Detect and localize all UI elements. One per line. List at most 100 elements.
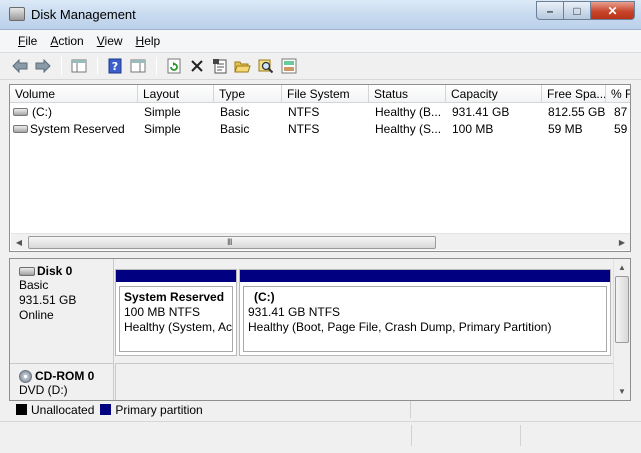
cdrom-0-type: DVD (D:)	[19, 383, 68, 397]
partition-c-details: (C:) 931.41 GB NTFS Healthy (Boot, Page …	[243, 286, 607, 352]
menu-action[interactable]: Action	[44, 30, 90, 52]
menu-help[interactable]: Help	[130, 30, 168, 52]
cell-file-system: NTFS	[288, 122, 320, 136]
column-percent-free[interactable]: % F	[606, 85, 630, 103]
scroll-up-button[interactable]: ▲	[614, 260, 630, 275]
menu-bar: File Action View Help	[0, 30, 641, 52]
vertical-scrollbar[interactable]: ▲ ▼	[613, 259, 630, 400]
cdrom-0-name: CD-ROM 0	[35, 369, 95, 383]
cd-rom-icon	[19, 369, 32, 383]
properties-button[interactable]	[209, 56, 230, 76]
disk-graphical-view: Disk 0 Basic 931.51 GB Online System Res…	[9, 258, 631, 401]
cell-layout: Simple	[144, 105, 181, 119]
menu-file[interactable]: File	[12, 30, 44, 52]
column-layout[interactable]: Layout	[138, 85, 214, 103]
column-status[interactable]: Status	[369, 85, 446, 103]
volume-icon	[13, 125, 28, 133]
scroll-grip: III	[227, 237, 232, 247]
toolbar: ?	[0, 52, 641, 80]
partition-system-reserved[interactable]: System Reserved 100 MB NTFS Healthy (Sys…	[115, 269, 237, 356]
open-button[interactable]	[232, 56, 253, 76]
unallocated-swatch	[16, 404, 27, 415]
partition-status: Healthy (Boot, Page File, Crash Dump, Pr…	[248, 320, 552, 334]
help-icon: ?	[108, 58, 121, 74]
scroll-right-button[interactable]: ▶	[615, 236, 629, 249]
cell-percent-free: 87	[614, 105, 628, 119]
table-row[interactable]: (C:) Simple Basic NTFS Healthy (B... 931…	[10, 104, 630, 121]
forward-arrow-icon	[35, 59, 51, 73]
help-button[interactable]: ?	[104, 56, 125, 76]
partition-system-reserved-details: System Reserved 100 MB NTFS Healthy (Sys…	[119, 286, 233, 352]
primary-partition-band	[116, 270, 236, 282]
volume-list: Volume Layout Type File System Status Ca…	[9, 84, 631, 252]
partition-name: System Reserved	[124, 290, 225, 304]
volume-list-header: Volume Layout Type File System Status Ca…	[10, 85, 630, 103]
column-free-space[interactable]: Free Spa...	[542, 85, 606, 103]
back-button[interactable]	[9, 56, 30, 76]
minimize-button[interactable]: –	[536, 1, 563, 20]
show-hide-action-pane-button[interactable]	[127, 56, 148, 76]
status-bar-divider	[520, 425, 521, 446]
menu-help-label: elp	[144, 34, 161, 48]
column-volume[interactable]: Volume	[10, 85, 138, 103]
disk-0-state: Online	[19, 308, 54, 322]
properties-icon	[212, 59, 226, 74]
cdrom-0-name-row: CD-ROM 0	[19, 369, 113, 383]
close-button[interactable]: ✕	[590, 1, 635, 20]
menu-view[interactable]: View	[91, 30, 130, 52]
cell-capacity: 100 MB	[452, 122, 494, 136]
disk-settings-button[interactable]	[278, 56, 299, 76]
legend: Unallocated Primary partition	[9, 401, 411, 418]
open-folder-icon	[234, 61, 251, 73]
delete-button[interactable]	[186, 56, 207, 76]
chevron-right-icon: ▶	[618, 238, 626, 247]
refresh-button[interactable]	[163, 56, 184, 76]
toolbar-separator	[156, 57, 157, 75]
refresh-icon	[167, 58, 180, 74]
disk-0-size: 931.51 GB	[19, 293, 77, 307]
cell-type: Basic	[220, 122, 250, 136]
close-icon: ✕	[607, 3, 618, 18]
cell-type: Basic	[220, 105, 250, 119]
partition-status: Healthy (System, Act	[124, 320, 233, 334]
title-bar: Disk Management – □ ✕	[0, 0, 641, 30]
cell-free-space: 59 MB	[548, 122, 583, 136]
primary-partition-swatch	[100, 404, 112, 415]
maximize-icon: □	[573, 3, 581, 18]
explore-button[interactable]	[255, 56, 276, 76]
partition-size: 931.41 GB NTFS	[248, 305, 341, 319]
cdrom-0-media-area	[115, 363, 613, 400]
delete-icon	[190, 60, 203, 72]
primary-partition-band	[240, 270, 610, 282]
show-hide-console-tree-button[interactable]	[68, 56, 89, 76]
cdrom-0-label[interactable]: CD-ROM 0 DVD (D:)	[10, 363, 114, 400]
scroll-down-button[interactable]: ▼	[614, 384, 630, 399]
legend-primary-partition: Primary partition	[115, 402, 203, 417]
column-file-system[interactable]: File System	[282, 85, 369, 103]
cell-status: Healthy (S...	[375, 122, 442, 136]
forward-button[interactable]	[32, 56, 53, 76]
window-title: Disk Management	[31, 7, 136, 22]
vertical-scroll-thumb[interactable]	[615, 276, 629, 343]
cell-volume: (C:)	[32, 105, 52, 119]
properties-pane-icon	[130, 59, 145, 73]
scroll-left-button[interactable]: ◀	[12, 236, 26, 249]
cell-file-system: NTFS	[288, 105, 320, 119]
partition-size: 100 MB NTFS	[124, 305, 201, 319]
column-type[interactable]: Type	[214, 85, 282, 103]
legend-unallocated: Unallocated	[31, 402, 95, 417]
maximize-button[interactable]: □	[563, 1, 590, 20]
table-row[interactable]: System Reserved Simple Basic NTFS Health…	[10, 121, 630, 138]
disk-0-label[interactable]: Disk 0 Basic 931.51 GB Online	[10, 259, 114, 363]
horizontal-scroll-thumb[interactable]: III	[28, 236, 436, 249]
cell-layout: Simple	[144, 122, 181, 136]
partition-c[interactable]: (C:) 931.41 GB NTFS Healthy (Boot, Page …	[239, 269, 611, 356]
column-capacity[interactable]: Capacity	[446, 85, 542, 103]
disk-settings-icon	[281, 58, 296, 74]
toolbar-separator	[97, 57, 98, 75]
horizontal-scrollbar[interactable]: ◀ III ▶	[11, 233, 630, 250]
cell-volume: System Reserved	[30, 122, 125, 136]
chevron-up-icon: ▲	[618, 263, 626, 272]
chevron-left-icon: ◀	[15, 238, 23, 247]
disk-0-name-row: Disk 0	[19, 264, 113, 278]
